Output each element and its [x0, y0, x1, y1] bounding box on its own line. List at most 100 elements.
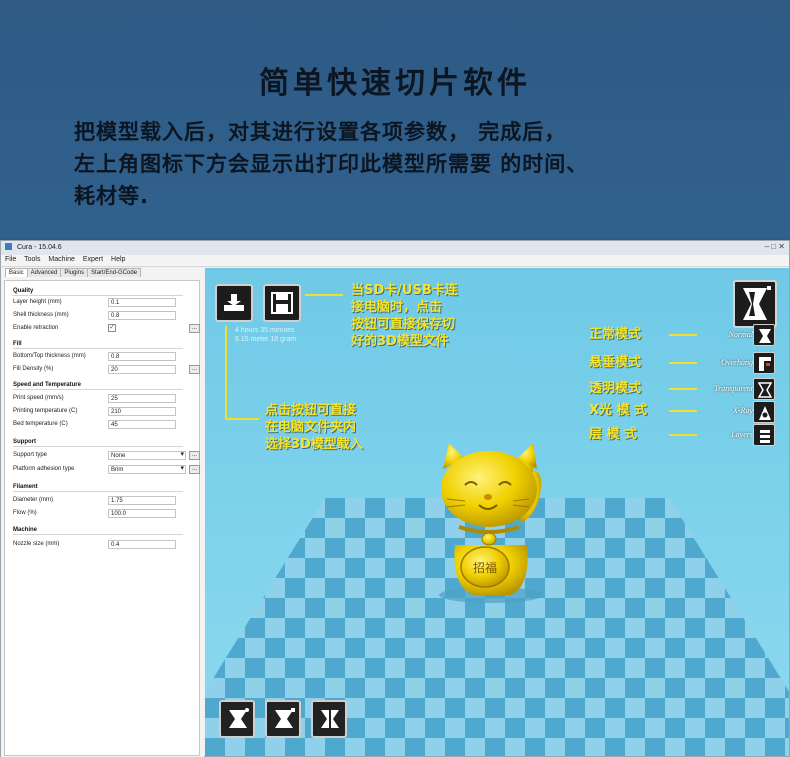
shell-thickness-label: Shell thickness (mm)	[13, 312, 69, 318]
mode-xray-en: X-Ray	[733, 406, 753, 415]
window-controls[interactable]: – □ ✕	[765, 242, 785, 251]
mode-layers-button[interactable]	[753, 424, 775, 446]
mode-xray-cn: X光 模 式	[589, 403, 648, 418]
mode-normal-cn: 正常模式	[589, 327, 642, 342]
banner-title: 简单快速切片软件	[259, 66, 531, 101]
sd-annot-line1: 当SD卡/USB卡连	[351, 283, 458, 298]
menu-expert[interactable]: Expert	[83, 256, 103, 263]
settings-tabs: Basic Advanced Plugins Start/End-GCode	[1, 268, 204, 280]
nozzle-input[interactable]: 0.4	[108, 540, 176, 549]
retraction-checkbox[interactable]: ✓	[108, 324, 116, 332]
layer-height-label: Layer height (mm)	[13, 299, 62, 305]
printing-temp-label: Printing temperature (C)	[13, 408, 78, 414]
mode-overhang-button[interactable]	[753, 352, 775, 374]
diameter-label: Diameter (mm)	[13, 497, 53, 503]
tab-start-end-gcode[interactable]: Start/End-GCode	[87, 268, 142, 277]
banner-description: 把模型载入后，对其进行设置各项参数， 完成后， 左上角图标下方会显示出打印此模型…	[74, 116, 754, 212]
banner-desc-line2: 左上角图标下方会显示出打印此模型所需要 的时间、	[74, 152, 589, 176]
view-mode-button[interactable]	[733, 280, 777, 328]
mode-normal-button[interactable]	[753, 324, 775, 346]
menu-bar: File Tools Machine Expert Help	[1, 255, 789, 267]
sd-annot-line2: 接电脑时，点击	[351, 300, 443, 315]
layers-mode-icon	[760, 430, 770, 443]
menu-tools[interactable]: Tools	[24, 256, 40, 263]
tab-advanced[interactable]: Advanced	[26, 268, 62, 277]
save-floppy-icon	[271, 292, 293, 314]
rotate-button[interactable]	[219, 700, 255, 738]
load-annot-line3: 选择3D模型载入	[265, 437, 363, 452]
section-quality: Quality	[13, 288, 186, 296]
load-model-annotation: 点击按钮可直接 在电脑文件夹内 选择3D模型载入	[265, 402, 363, 453]
fill-more-button[interactable]: ...	[189, 365, 200, 374]
mirror-icon	[321, 708, 339, 730]
sd-save-annotation: 当SD卡/USB卡连 接电脑时，点击 按钮可直接保存切 好的3D模型文件	[351, 282, 458, 350]
layer-height-input[interactable]: 0.1	[108, 298, 176, 307]
tab-plugins[interactable]: Plugins	[60, 268, 89, 277]
fill-density-label: Fill Density (%)	[13, 366, 54, 372]
load-annot-line1: 点击按钮可直接	[265, 403, 357, 418]
mode-xray-button[interactable]	[753, 401, 775, 423]
adhesion-select[interactable]: Brim	[108, 465, 186, 474]
mode-transparent-cn: 透明模式	[589, 381, 642, 396]
print-speed-label: Print speed (mm/s)	[13, 395, 64, 401]
banner-desc-line3: 耗材等.	[74, 184, 149, 208]
bed-temp-input[interactable]: 45	[108, 420, 176, 429]
tab-basic[interactable]: Basic	[5, 268, 28, 277]
menu-help[interactable]: Help	[111, 256, 125, 263]
support-more-button[interactable]: ...	[189, 451, 200, 460]
printing-temp-input[interactable]: 210	[108, 407, 176, 416]
banner-desc-line1: 把模型载入后，对其进行设置各项参数， 完成后，	[74, 120, 567, 144]
settings-form: Quality Layer height (mm) 0.1 Shell thic…	[4, 280, 200, 756]
support-type-select[interactable]: None	[108, 451, 186, 460]
load-model-button[interactable]	[215, 284, 253, 322]
load-icon	[224, 294, 244, 311]
bottom-top-input[interactable]: 0.8	[108, 352, 176, 361]
menu-file[interactable]: File	[5, 256, 16, 263]
mode-layers-en: Layers	[731, 430, 753, 439]
section-speed: Speed and Temperature	[13, 382, 183, 390]
fill-density-input[interactable]: 20	[108, 365, 176, 374]
lucky-cat-model[interactable]: 招福	[425, 435, 565, 605]
load-callout-line-horizontal	[225, 418, 259, 420]
settings-panel: Basic Advanced Plugins Start/End-GCode Qual…	[1, 268, 204, 757]
load-annot-line2: 在电脑文件夹内	[265, 420, 357, 435]
support-type-label: Support type	[13, 452, 48, 458]
normal-mode-icon	[759, 329, 771, 343]
mirror-button[interactable]	[311, 700, 347, 738]
flow-input[interactable]: 100.0	[108, 509, 176, 518]
mode-layers-cn: 层 模 式	[589, 427, 638, 442]
diameter-input[interactable]: 1.75	[108, 496, 176, 505]
adhesion-more-button[interactable]: ...	[189, 465, 200, 474]
scale-button[interactable]	[265, 700, 301, 738]
mode-transparent-button[interactable]	[753, 378, 775, 400]
cura-window: Cura - 15.04.6 – □ ✕ File Tools Machine …	[0, 240, 790, 757]
promo-banner: 简单快速切片软件 把模型载入后，对其进行设置各项参数， 完成后， 左上角图标下方…	[0, 0, 790, 238]
app-icon	[5, 243, 12, 250]
mode-overhang-en: Overhang	[721, 358, 753, 367]
rotate-icon	[229, 708, 249, 728]
sd-annot-line3: 按钮可直接保存切	[351, 317, 456, 332]
flow-label: Flow (%)	[13, 510, 37, 516]
overhang-mode-icon	[759, 357, 771, 371]
window-title: Cura - 15.04.6	[16, 244, 62, 251]
save-to-sd-button[interactable]	[263, 284, 301, 322]
section-machine: Machine	[13, 527, 184, 535]
scale-icon	[275, 708, 295, 728]
bed-temp-label: Bed temperature (C)	[13, 421, 68, 427]
menu-machine[interactable]: Machine	[48, 256, 74, 263]
adhesion-label: Platform adhesion type	[13, 466, 75, 472]
filament-estimate: 6.15 meter 18 gram	[235, 336, 297, 343]
shell-thickness-input[interactable]: 0.8	[108, 311, 176, 320]
retraction-more-button[interactable]: ...	[189, 324, 200, 333]
bottom-top-label: Bottom/Top thickness (mm)	[13, 353, 86, 359]
retraction-label: Enable retraction	[13, 325, 59, 331]
sd-callout-line	[305, 294, 343, 296]
xray-mode-icon	[759, 406, 771, 420]
transparent-mode-icon	[757, 382, 773, 398]
sd-annot-line4: 好的3D模型文件	[351, 334, 449, 349]
print-speed-input[interactable]: 25	[108, 394, 176, 403]
mode-overhang-cn: 悬垂模式	[589, 355, 642, 370]
window-titlebar[interactable]: Cura - 15.04.6 – □ ✕	[1, 241, 789, 255]
nozzle-label: Nozzle size (mm)	[13, 541, 60, 547]
3d-viewport[interactable]: 4 hours 35 minutes 6.15 meter 18 gram 当S…	[205, 268, 789, 756]
